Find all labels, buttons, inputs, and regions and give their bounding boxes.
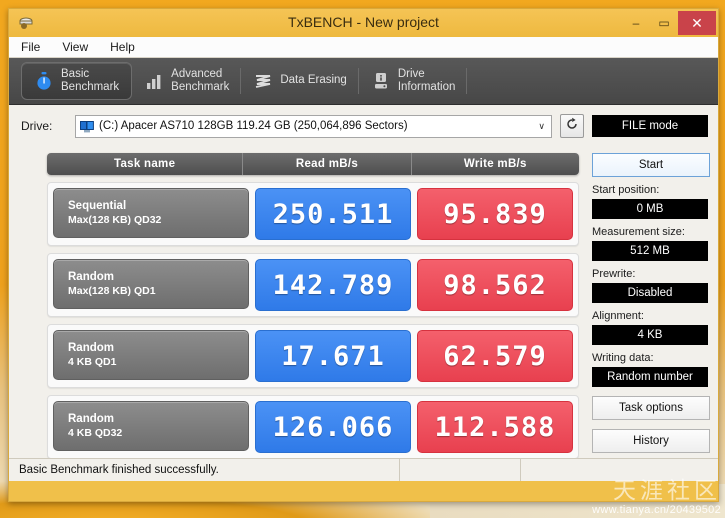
- tab-drive-information[interactable]: Drive Information: [359, 62, 468, 100]
- tab-data-erasing[interactable]: Data Erasing: [241, 62, 359, 100]
- bar-chart-icon: [144, 71, 164, 91]
- drive-info-icon: [371, 71, 391, 91]
- task-label: Random 4 KB QD1: [53, 330, 249, 380]
- read-value: 142.789: [255, 259, 411, 311]
- measurement-size-label: Measurement size:: [592, 226, 685, 238]
- refresh-icon: [565, 117, 579, 136]
- drive-select[interactable]: (C:) Apacer AS710 128GB 119.24 GB (250,0…: [75, 114, 552, 138]
- menu-bar: File View Help: [9, 37, 718, 58]
- task-line-1: Random: [68, 342, 114, 355]
- status-segment-3: [520, 459, 718, 481]
- start-button[interactable]: Start: [592, 153, 710, 177]
- start-position-value[interactable]: 0 MB: [592, 199, 708, 219]
- table-row: Sequential Max(128 KB) QD32 250.511 95.8…: [47, 182, 579, 246]
- tab-drive-information-label: Drive Information: [397, 67, 456, 93]
- application-window: TxBENCH - New project – ▭ ✕ File View He…: [8, 8, 719, 502]
- task-line-2: 4 KB QD32: [68, 426, 123, 439]
- task-label: Random Max(128 KB) QD1: [53, 259, 249, 309]
- prewrite-value[interactable]: Disabled: [592, 283, 708, 303]
- prewrite-label: Prewrite:: [592, 268, 636, 280]
- close-button[interactable]: ✕: [678, 11, 716, 35]
- writing-data-label: Writing data:: [592, 352, 654, 364]
- status-bar: Basic Benchmark finished successfully.: [9, 458, 718, 481]
- write-value: 98.562: [417, 259, 573, 311]
- refresh-button[interactable]: [560, 114, 584, 138]
- task-line-2: Max(128 KB) QD32: [68, 213, 162, 226]
- main-content: Drive: (C:) Apacer AS710 128GB 119.24 GB…: [9, 105, 718, 481]
- window-controls: – ▭ ✕: [622, 11, 716, 35]
- chevron-down-icon: ∨: [538, 120, 545, 131]
- title-bar: TxBENCH - New project – ▭ ✕: [9, 9, 718, 37]
- table-row: Random 4 KB QD32 126.066 112.588: [47, 395, 579, 459]
- tab-divider: [466, 68, 468, 94]
- measurement-size-value[interactable]: 512 MB: [592, 241, 708, 261]
- maximize-button[interactable]: ▭: [650, 12, 678, 34]
- file-mode-badge[interactable]: FILE mode: [592, 115, 708, 137]
- task-line-2: 4 KB QD1: [68, 355, 117, 368]
- tab-data-erasing-label: Data Erasing: [280, 74, 347, 87]
- task-label: Sequential Max(128 KB) QD32: [53, 188, 249, 238]
- benchmark-results-table: Task name Read mB/s Write mB/s Sequentia…: [47, 153, 579, 459]
- table-row: Random 4 KB QD1 17.671 62.579: [47, 324, 579, 388]
- tab-advanced-benchmark-label: Advanced Benchmark: [171, 67, 230, 93]
- status-segment-2: [399, 459, 520, 481]
- write-value: 112.588: [417, 401, 573, 453]
- tab-basic-benchmark[interactable]: Basic Benchmark: [21, 62, 133, 100]
- start-position-label: Start position:: [592, 184, 660, 196]
- tab-basic-benchmark-label: Basic Benchmark: [61, 67, 120, 93]
- stopwatch-icon: [34, 71, 54, 91]
- toolbar-tabs: Basic Benchmark Advanced Benchmark Data …: [9, 58, 718, 105]
- shredder-icon: [253, 71, 273, 91]
- drive-icon: [80, 120, 94, 133]
- column-header-task-name: Task name: [113, 158, 176, 170]
- write-value: 95.839: [417, 188, 573, 240]
- minimize-button[interactable]: –: [622, 12, 650, 34]
- writing-data-value[interactable]: Random number: [592, 367, 708, 387]
- task-options-button[interactable]: Task options: [592, 396, 710, 420]
- alignment-value[interactable]: 4 KB: [592, 325, 708, 345]
- task-label: Random 4 KB QD32: [53, 401, 249, 451]
- menu-item-view[interactable]: View: [58, 39, 92, 55]
- settings-sidebar: Start Start position: 0 MB Measurement s…: [592, 153, 710, 453]
- drive-selected-text: (C:) Apacer AS710 128GB 119.24 GB (250,0…: [99, 120, 408, 132]
- read-value: 17.671: [255, 330, 411, 382]
- task-line-1: Sequential: [68, 200, 127, 213]
- tab-advanced-benchmark[interactable]: Advanced Benchmark: [132, 62, 242, 100]
- window-title: TxBENCH - New project: [288, 14, 439, 30]
- drive-selector-row: Drive: (C:) Apacer AS710 128GB 119.24 GB…: [9, 105, 718, 141]
- task-line-1: Random: [68, 271, 114, 284]
- read-value: 250.511: [255, 188, 411, 240]
- read-value: 126.066: [255, 401, 411, 453]
- status-message: Basic Benchmark finished successfully.: [19, 464, 219, 476]
- alignment-label: Alignment:: [592, 310, 644, 322]
- column-header-read: Read mB/s: [242, 153, 410, 175]
- drive-label: Drive:: [21, 119, 53, 133]
- write-value: 62.579: [417, 330, 573, 382]
- menu-item-file[interactable]: File: [17, 39, 44, 55]
- table-row: Random Max(128 KB) QD1 142.789 98.562: [47, 253, 579, 317]
- column-header-write: Write mB/s: [410, 153, 579, 175]
- task-line-2: Max(128 KB) QD1: [68, 284, 156, 297]
- menu-item-help[interactable]: Help: [106, 39, 139, 55]
- task-line-1: Random: [68, 413, 114, 426]
- table-header-row: Task name Read mB/s Write mB/s: [47, 153, 579, 175]
- history-button[interactable]: History: [592, 429, 710, 453]
